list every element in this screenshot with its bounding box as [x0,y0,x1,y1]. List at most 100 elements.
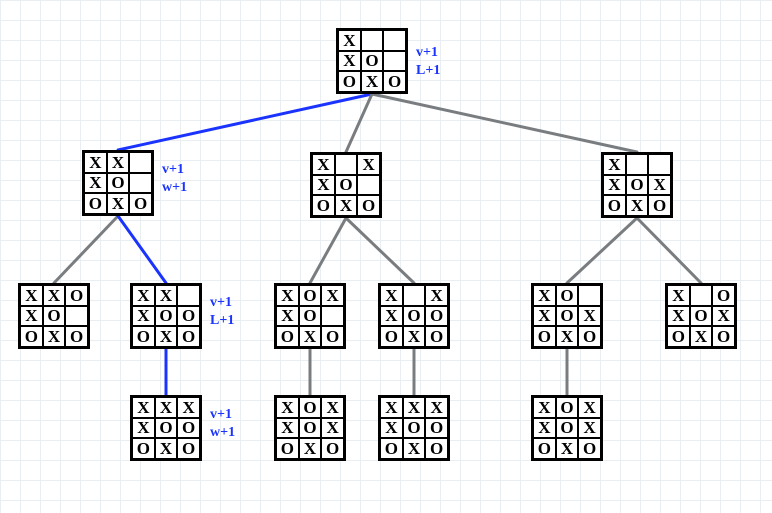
board-cell [403,285,426,306]
board-cell: X [425,285,448,306]
tree-node: XXXXOOOXO [130,395,202,461]
board-cell: X [578,418,601,439]
tree-node: XXOXOXO [601,152,673,218]
board-cell: O [299,285,322,306]
board-cell: O [361,51,384,72]
board-cell: X [299,438,322,459]
tree-node: XXXXOOOXO [378,395,450,461]
board-cell: X [380,306,403,327]
board-cell: X [43,285,66,306]
board-cell: X [357,154,380,175]
tree-node: XXOOXO [336,28,408,94]
board-cell: O [155,306,178,327]
tree-node: XXXOOXO [310,152,382,218]
board-cell: O [177,418,200,439]
board-cell: X [276,418,299,439]
tree-node: XOXOXOXO [665,283,737,349]
board-cell [177,285,200,306]
board-cell: X [276,306,299,327]
board-cell: X [578,397,601,418]
board-cell: O [65,326,88,347]
board-cell: O [667,326,690,347]
board-cell [383,30,406,51]
tic-tac-toe-board: XXXOOXO [310,152,382,218]
board-cell: X [84,173,107,194]
board-cell: X [667,306,690,327]
board-cell: X [20,285,43,306]
board-cell [65,306,88,327]
board-cell: O [129,193,152,214]
board-cell: O [177,326,200,347]
node-annotation: v+1 L+1 [210,294,234,329]
tree-node: XXXOOXO [82,150,154,216]
tic-tac-toe-board: XXOOXO [336,28,408,94]
board-cell: O [321,438,344,459]
board-cell: X [648,175,671,196]
board-cell: X [155,438,178,459]
tree-edge [310,218,346,283]
board-cell: X [380,285,403,306]
tree-edge [118,94,372,150]
board-cell: X [338,51,361,72]
board-cell: O [107,173,130,194]
board-cell: O [403,306,426,327]
board-cell: X [335,195,358,216]
board-cell [361,30,384,51]
tree-edge [567,218,637,283]
board-cell [626,154,649,175]
board-cell: X [132,285,155,306]
board-cell: O [84,193,107,214]
board-cell: X [132,418,155,439]
board-cell: X [43,326,66,347]
board-cell: X [403,438,426,459]
board-cell: X [321,397,344,418]
board-cell: O [312,195,335,216]
board-cell [335,154,358,175]
board-cell: X [533,418,556,439]
tic-tac-toe-board: XOXXOXOXO [274,395,346,461]
board-cell: X [533,306,556,327]
board-cell: O [276,438,299,459]
board-cell: X [403,397,426,418]
board-cell: X [276,285,299,306]
board-cell: X [361,71,384,92]
board-cell: X [276,397,299,418]
board-cell: O [43,306,66,327]
board-cell [383,51,406,72]
tic-tac-toe-board: XXOXOOXO [18,283,90,349]
board-cell: O [690,306,713,327]
board-cell: X [712,306,735,327]
board-cell: X [425,397,448,418]
board-cell: O [603,195,626,216]
board-cell: O [648,195,671,216]
board-cell: X [338,30,361,51]
tree-node: XXXOOOXO [130,283,202,349]
tree-edge [346,218,414,283]
board-cell: X [380,418,403,439]
board-cell: X [20,306,43,327]
board-cell: X [321,285,344,306]
board-cell: X [667,285,690,306]
board-cell: O [712,326,735,347]
board-cell: O [425,438,448,459]
tree-node: XOXOXOXO [531,283,603,349]
board-cell: X [556,326,579,347]
board-cell: X [556,438,579,459]
tree-node: XOXXOOXO [274,283,346,349]
node-annotation: v+1 L+1 [416,44,440,79]
board-cell: O [155,418,178,439]
board-cell: O [556,306,579,327]
board-cell: O [335,175,358,196]
board-cell: O [177,306,200,327]
tic-tac-toe-board: XOXOXOXO [531,283,603,349]
board-cell: X [107,193,130,214]
tic-tac-toe-board: XXXXOOOXO [378,395,450,461]
board-cell: O [533,438,556,459]
tic-tac-toe-board: XXXXOOOXO [130,395,202,461]
board-cell: X [299,326,322,347]
board-cell: X [403,326,426,347]
board-cell: O [425,326,448,347]
board-cell: X [84,152,107,173]
tree-edge [118,216,166,283]
board-cell [129,173,152,194]
